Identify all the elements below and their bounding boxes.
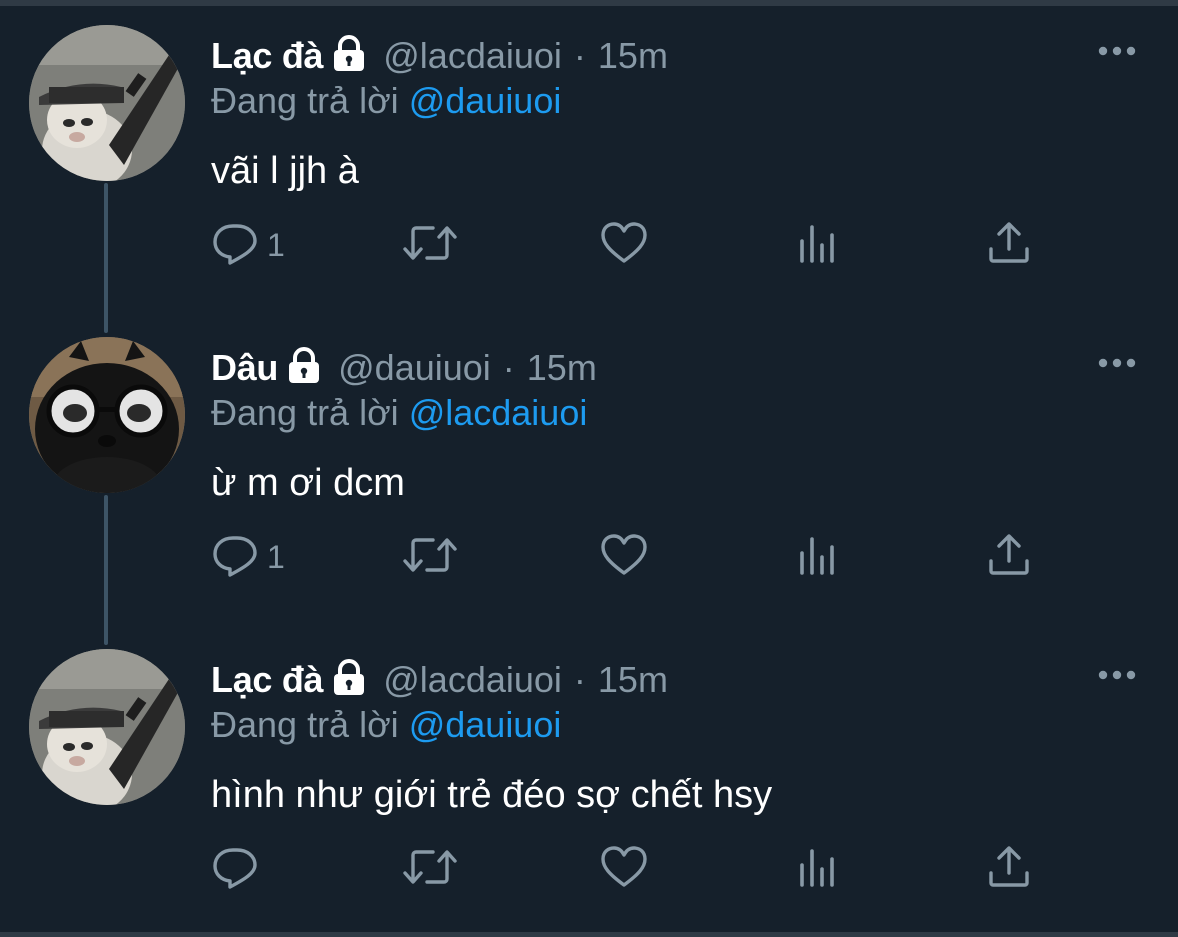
replying-to-handle[interactable]: @dauiuoi (409, 80, 562, 121)
heart-icon (599, 531, 649, 584)
replying-to-label: Đang trả lời (211, 392, 399, 433)
tweet[interactable]: Dâu @dauiuoi · 15m Đang trả lời @lacdaiu… (0, 312, 1178, 622)
handle[interactable]: @lacdaiuoi (383, 659, 562, 701)
analytics-icon (796, 843, 840, 896)
display-name[interactable]: Lạc đà (211, 35, 324, 77)
more-icon[interactable] (1098, 356, 1136, 375)
replying-to-label: Đang trả lời (211, 704, 399, 745)
separator-dot: · (573, 35, 586, 76)
retweet-icon (401, 843, 459, 896)
reply-count: 1 (267, 538, 285, 575)
reply-button[interactable] (211, 839, 267, 899)
like-button[interactable] (599, 839, 649, 899)
lock-icon (329, 658, 369, 702)
timestamp[interactable]: 15m (598, 659, 668, 701)
heart-icon (599, 219, 649, 272)
avatar[interactable] (29, 337, 185, 493)
more-icon[interactable] (1098, 44, 1136, 63)
handle[interactable]: @lacdaiuoi (383, 35, 562, 77)
analytics-button[interactable] (796, 215, 840, 275)
retweet-icon (401, 219, 459, 272)
tweet-text: ừ m ơi dcm (211, 462, 405, 504)
more-icon[interactable] (1098, 668, 1136, 687)
replying-to-handle[interactable]: @dauiuoi (409, 704, 562, 745)
reply-icon (211, 843, 259, 896)
analytics-icon (796, 531, 840, 584)
share-button[interactable] (986, 527, 1032, 587)
tweet-header: Dâu @dauiuoi · 15m (211, 342, 597, 394)
handle[interactable]: @dauiuoi (338, 347, 491, 389)
reply-button[interactable]: 1 (211, 527, 285, 587)
share-button[interactable] (986, 839, 1032, 899)
share-icon (986, 843, 1032, 896)
timestamp[interactable]: 15m (527, 347, 597, 389)
replying-to-handle[interactable]: @lacdaiuoi (409, 392, 588, 433)
tweet-text: hình như giới trẻ đéo sợ chết hsy (211, 774, 773, 816)
display-name[interactable]: Lạc đà (211, 659, 324, 701)
tweet-header: Lạc đà @lacdaiuoi · 15m (211, 654, 668, 706)
tweet-actions: 1 (211, 527, 1051, 587)
replying-to-label: Đang trả lời (211, 80, 399, 121)
reply-icon (211, 531, 259, 584)
replying-to: Đang trả lời @dauiuoi (211, 80, 561, 122)
retweet-button[interactable] (401, 527, 459, 587)
tweet[interactable]: Lạc đà @lacdaiuoi · 15m Đang trả lời @da… (0, 624, 1178, 934)
lock-icon (284, 346, 324, 390)
analytics-button[interactable] (796, 527, 840, 587)
reply-button[interactable]: 1 (211, 215, 285, 275)
reply-count: 1 (267, 226, 285, 263)
analytics-button[interactable] (796, 839, 840, 899)
share-icon (986, 531, 1032, 584)
like-button[interactable] (599, 215, 649, 275)
tweet-actions (211, 839, 1051, 899)
replying-to: Đang trả lời @lacdaiuoi (211, 392, 587, 434)
retweet-button[interactable] (401, 839, 459, 899)
retweet-button[interactable] (401, 215, 459, 275)
display-name[interactable]: Dâu (211, 347, 278, 389)
tweet-actions: 1 (211, 215, 1051, 275)
heart-icon (599, 843, 649, 896)
analytics-icon (796, 219, 840, 272)
avatar[interactable] (29, 649, 185, 805)
share-icon (986, 219, 1032, 272)
tweet-text: vãi l jjh à (211, 150, 359, 192)
reply-icon (211, 219, 259, 272)
avatar[interactable] (29, 25, 185, 181)
tweet-header: Lạc đà @lacdaiuoi · 15m (211, 30, 668, 82)
bottom-divider (0, 932, 1178, 937)
retweet-icon (401, 531, 459, 584)
separator-dot: · (573, 659, 586, 700)
separator-dot: · (502, 347, 515, 388)
share-button[interactable] (986, 215, 1032, 275)
tweet[interactable]: Lạc đà @lacdaiuoi · 15m Đang trả lời @da… (0, 0, 1178, 310)
timestamp[interactable]: 15m (598, 35, 668, 77)
replying-to: Đang trả lời @dauiuoi (211, 704, 561, 746)
lock-icon (329, 34, 369, 78)
like-button[interactable] (599, 527, 649, 587)
